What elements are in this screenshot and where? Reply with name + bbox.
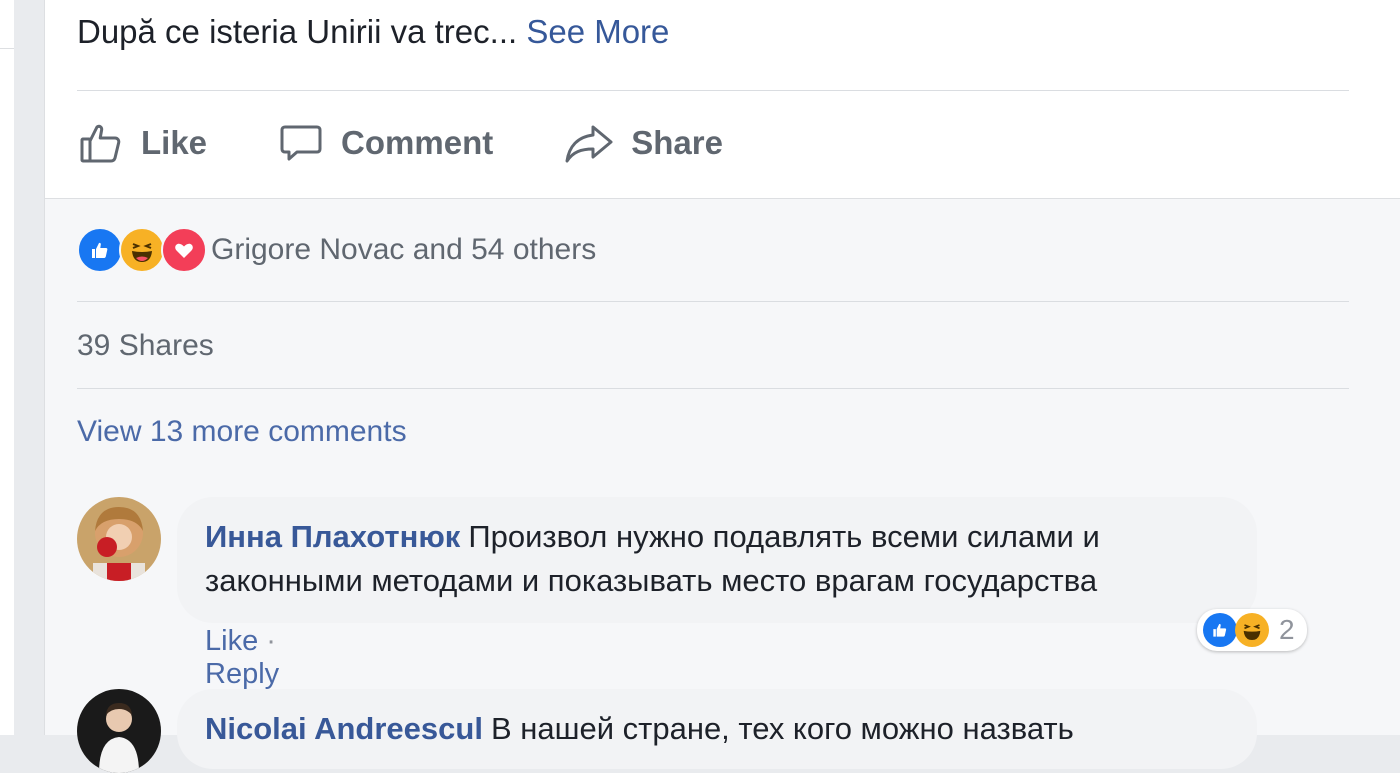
divider (77, 301, 1349, 302)
haha-icon (1235, 613, 1269, 647)
comment-label: Comment (341, 124, 494, 161)
divider (77, 90, 1349, 91)
reactions-summary[interactable]: Grigore Novac and 54 others (77, 227, 596, 273)
post-footer: Grigore Novac and 54 others 39 Shares Vi… (44, 199, 1400, 773)
post-card: După ce isteria Unirii va trec... See Mo… (44, 0, 1400, 199)
comment-like-link[interactable]: Like (205, 625, 258, 657)
haha-icon (119, 227, 165, 273)
shares-count[interactable]: 39 Shares (77, 329, 214, 363)
divider (77, 388, 1349, 389)
comment-bubble: Nicolai Andreescul В нашей стране, тех ко… (177, 689, 1257, 769)
post-text-content: După ce isteria Unirii va trec... (77, 13, 518, 50)
share-button[interactable]: Share (563, 119, 723, 167)
reactions-summary-text[interactable]: Grigore Novac and 54 others (211, 233, 596, 267)
left-column-edge (0, 0, 14, 735)
comment-icon (280, 125, 322, 161)
share-label: Share (631, 124, 723, 161)
love-icon (161, 227, 207, 273)
comment-text: В нашей стране, тех кого можно назвать (490, 711, 1074, 746)
like-label: Like (141, 124, 208, 161)
comment-button[interactable]: Comment (277, 119, 493, 167)
avatar[interactable] (77, 497, 161, 581)
reaction-icons (77, 227, 207, 273)
share-arrow-icon (565, 125, 613, 163)
comment-author[interactable]: Nicolai Andreescul (205, 711, 483, 746)
post-actions: Like Comment Share (77, 112, 793, 174)
see-more-link[interactable]: See More (526, 13, 669, 50)
view-more-comments-link[interactable]: View 13 more comments (77, 415, 407, 449)
like-icon (1203, 613, 1237, 647)
thumbs-up-icon (80, 124, 121, 163)
like-icon (77, 227, 123, 273)
comment-reply-link[interactable]: Reply (205, 658, 279, 690)
comment-bubble: Инна Плахотнюк Произвол нужно подавлять в… (177, 497, 1257, 623)
comment-reaction-count: 2 (1279, 614, 1295, 645)
avatar[interactable] (77, 689, 161, 773)
post-text: După ce isteria Unirii va trec... See Mo… (77, 12, 669, 52)
comment-reactions[interactable]: 2 (1197, 609, 1307, 651)
comment-author[interactable]: Инна Плахотнюк (205, 519, 460, 554)
like-button[interactable]: Like (77, 119, 207, 167)
separator-dot: · (266, 625, 276, 657)
